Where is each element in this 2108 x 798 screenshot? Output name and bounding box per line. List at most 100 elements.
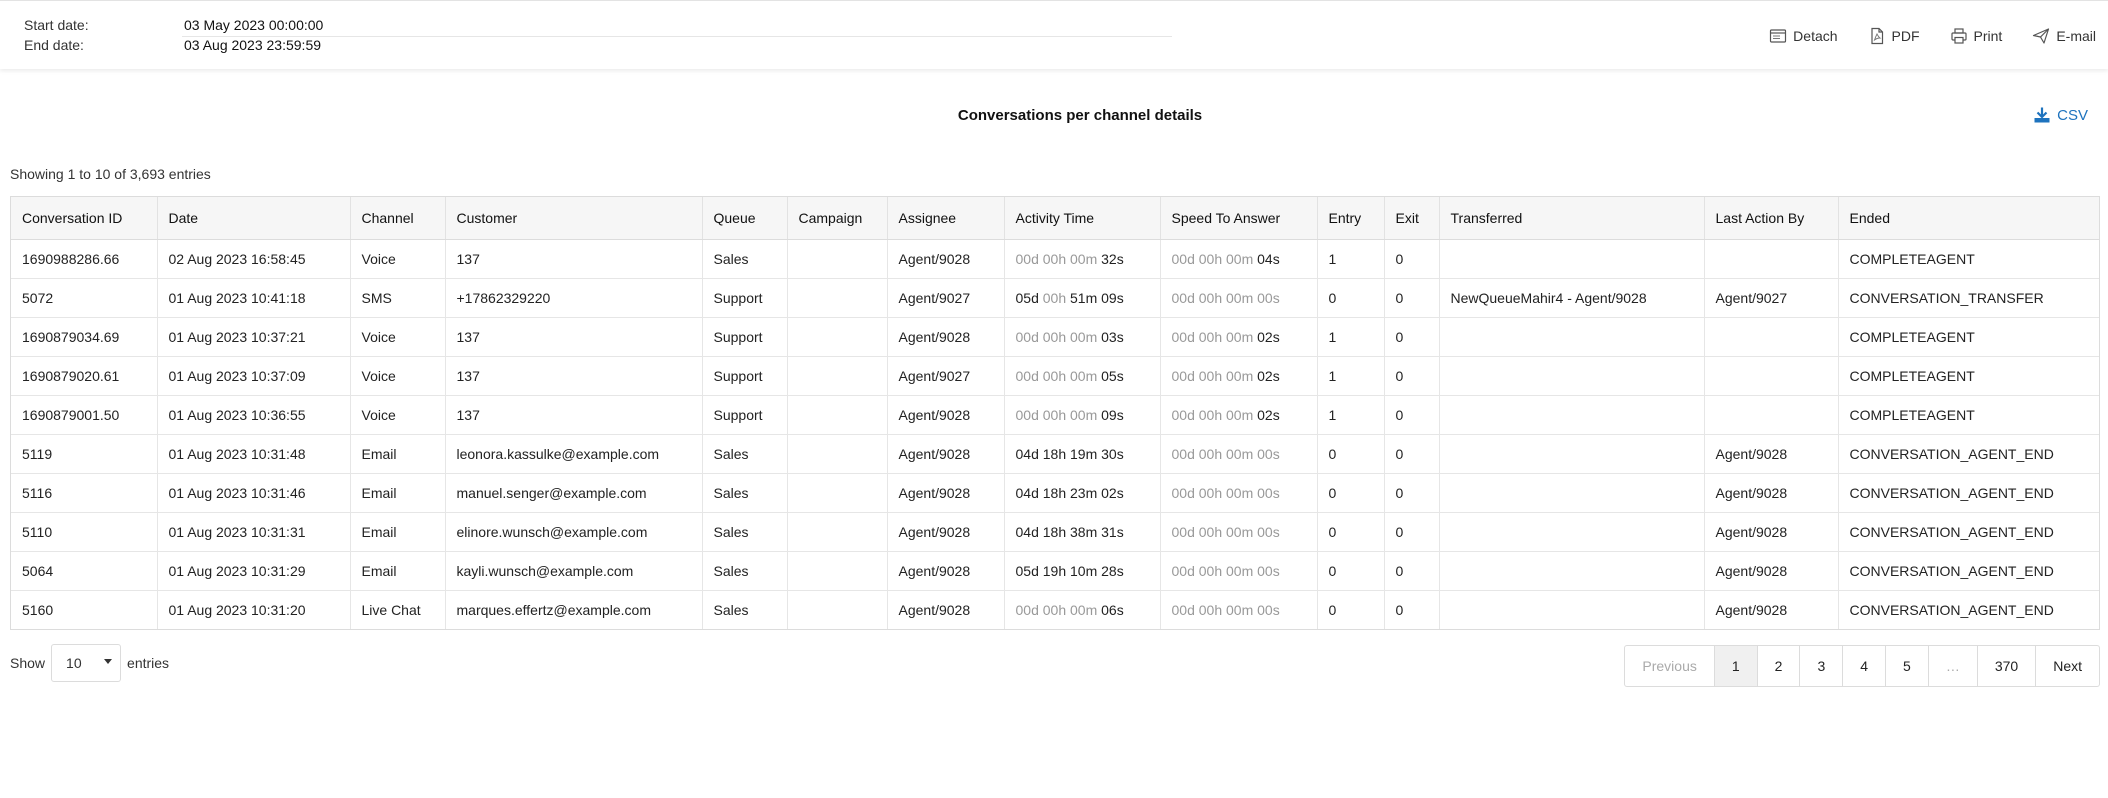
- speed-value: 02s: [1257, 368, 1280, 384]
- column-header[interactable]: Entry: [1317, 197, 1385, 240]
- speed-value: 02s: [1257, 407, 1280, 423]
- cell-campaign: [787, 395, 888, 435]
- page-button-last[interactable]: 370: [1978, 646, 2037, 686]
- cell-speed-to-answer: 00d 00h 00m 00s: [1160, 473, 1318, 513]
- cell-speed-to-answer: 00d 00h 00m 00s: [1160, 434, 1318, 474]
- cell-customer: marques.effertz@example.com: [445, 590, 703, 629]
- cell-entry: 0: [1317, 590, 1385, 629]
- cell-channel: SMS: [350, 278, 446, 318]
- cell-assignee: Agent/9028: [887, 434, 1005, 474]
- table-row[interactable]: 5064 01 Aug 2023 10:31:29 Email kayli.wunsc…: [11, 551, 2099, 591]
- cell-date: 01 Aug 2023 10:31:31: [157, 512, 351, 552]
- table-row[interactable]: 5119 01 Aug 2023 10:31:48 Email leonora.kas…: [11, 434, 2099, 474]
- table-row[interactable]: 1690879001.50 01 Aug 2023 10:36:55 Voice 13…: [11, 395, 2099, 435]
- column-header[interactable]: Transferred: [1439, 197, 1705, 240]
- cell-activity-time: 00d 00h 00m 32s: [1004, 239, 1161, 279]
- csv-export-button[interactable]: CSV: [2033, 106, 2088, 124]
- speed-muted: 00d 00h 00m: [1171, 329, 1254, 345]
- page-button-2[interactable]: 2: [1758, 646, 1801, 686]
- table-row[interactable]: 5160 01 Aug 2023 10:31:20 Live Chat marques…: [11, 590, 2099, 629]
- table-row[interactable]: 5072 01 Aug 2023 10:41:18 SMS +17862329220 S…: [11, 278, 2099, 318]
- next-page-button[interactable]: Next: [2036, 646, 2099, 686]
- activity-value: 32s: [1101, 251, 1124, 267]
- previous-page-button[interactable]: Previous: [1625, 646, 1715, 686]
- page-button-5[interactable]: 5: [1886, 646, 1929, 686]
- cell-channel: Email: [350, 512, 446, 552]
- chevron-down-icon: [104, 658, 113, 664]
- column-header[interactable]: Customer: [445, 197, 703, 240]
- cell-speed-to-answer: 00d 00h 00m 00s: [1160, 590, 1318, 629]
- activity-muted: 00d 00h 00m: [1015, 251, 1098, 267]
- cell-last-action: [1704, 317, 1839, 357]
- cell-activity-time: 00d 00h 00m 06s: [1004, 590, 1161, 629]
- table-row[interactable]: 5110 01 Aug 2023 10:31:31 Email elinore.wun…: [11, 512, 2099, 552]
- cell-campaign: [787, 317, 888, 357]
- column-header[interactable]: Assignee: [887, 197, 1005, 240]
- cell-entry: 0: [1317, 278, 1385, 318]
- column-header[interactable]: Exit: [1384, 197, 1440, 240]
- speed-muted: 00d 00h 00m 00s: [1171, 524, 1280, 540]
- activity-value: 09s: [1101, 407, 1124, 423]
- cell-activity-time: 05d 00h 51m 09s: [1004, 278, 1161, 318]
- cell-transferred: [1439, 239, 1705, 279]
- cell-date: 01 Aug 2023 10:37:21: [157, 317, 351, 357]
- cell-ended: CONVERSATION_AGENT_END: [1838, 512, 2099, 552]
- cell-entry: 0: [1317, 473, 1385, 513]
- cell-assignee: Agent/9028: [887, 590, 1005, 629]
- cell-channel: Email: [350, 551, 446, 591]
- cell-customer: 137: [445, 317, 703, 357]
- cell-date: 01 Aug 2023 10:37:09: [157, 356, 351, 396]
- cell-channel: Voice: [350, 317, 446, 357]
- cell-ended: COMPLETEAGENT: [1838, 395, 2099, 435]
- table-row[interactable]: 1690879034.69 01 Aug 2023 10:37:21 Voice 13…: [11, 317, 2099, 357]
- page-button-3[interactable]: 3: [1800, 646, 1844, 686]
- print-button[interactable]: Print: [1950, 27, 2003, 45]
- cell-exit: 0: [1384, 317, 1440, 357]
- page-button-1[interactable]: 1: [1714, 646, 1758, 686]
- print-label: Print: [1973, 28, 2003, 44]
- pdf-button[interactable]: PDF: [1868, 27, 1920, 45]
- cell-transferred: [1439, 356, 1705, 396]
- column-header[interactable]: Date: [157, 197, 351, 240]
- cell-customer: 137: [445, 239, 703, 279]
- table-row[interactable]: 5116 01 Aug 2023 10:31:46 Email manuel.seng…: [11, 473, 2099, 513]
- cell-exit: 0: [1384, 473, 1440, 513]
- table-body: 1690988286.66 02 Aug 2023 16:58:45 Voice 13…: [11, 239, 2099, 629]
- activity-days: 05d: [1015, 290, 1039, 306]
- table-row[interactable]: 1690988286.66 02 Aug 2023 16:58:45 Voice 13…: [11, 239, 2099, 279]
- cell-speed-to-answer: 00d 00h 00m 04s: [1160, 239, 1318, 279]
- cell-id: 1690988286.66: [11, 239, 158, 279]
- cell-customer: kayli.wunsch@example.com: [445, 551, 703, 591]
- column-header[interactable]: Last Action By: [1704, 197, 1839, 240]
- cell-queue: Support: [702, 317, 788, 357]
- table-row[interactable]: 1690879020.61 01 Aug 2023 10:37:09 Voice 13…: [11, 356, 2099, 396]
- activity-muted: 00d 00h 00m: [1015, 602, 1098, 618]
- column-header[interactable]: Conversation ID: [11, 197, 158, 240]
- cell-transferred: [1439, 473, 1705, 513]
- column-header[interactable]: Speed To Answer: [1160, 197, 1318, 240]
- cell-queue: Sales: [702, 551, 788, 591]
- cell-assignee: Agent/9028: [887, 317, 1005, 357]
- column-header[interactable]: Activity Time: [1004, 197, 1161, 240]
- column-header[interactable]: Queue: [702, 197, 788, 240]
- activity-value: 04d 18h 38m 31s: [1015, 524, 1124, 540]
- cell-campaign: [787, 356, 888, 396]
- page-button-4[interactable]: 4: [1843, 646, 1887, 686]
- cell-ended: CONVERSATION_AGENT_END: [1849, 602, 2054, 618]
- page-size-value: 10: [66, 655, 82, 671]
- cell-last-action: Agent/9028: [1704, 473, 1839, 513]
- cell-entry: 1: [1317, 317, 1385, 357]
- cell-exit: 0: [1384, 434, 1440, 474]
- cell-customer: elinore.wunsch@example.com: [445, 512, 703, 552]
- column-header[interactable]: Campaign: [787, 197, 888, 240]
- cell-speed-to-answer: 00d 00h 00m 02s: [1160, 317, 1318, 357]
- page-size-select[interactable]: 10: [51, 644, 122, 682]
- column-header[interactable]: Channel: [350, 197, 446, 240]
- cell-transferred: [1439, 590, 1705, 629]
- cell-queue: Support: [702, 278, 788, 318]
- entries-label: entries: [127, 655, 170, 671]
- detach-button[interactable]: Detach: [1769, 27, 1838, 45]
- email-button[interactable]: E-mail: [2032, 27, 2096, 45]
- column-header[interactable]: Ended: [1838, 197, 2099, 240]
- cell-campaign: [787, 473, 888, 513]
